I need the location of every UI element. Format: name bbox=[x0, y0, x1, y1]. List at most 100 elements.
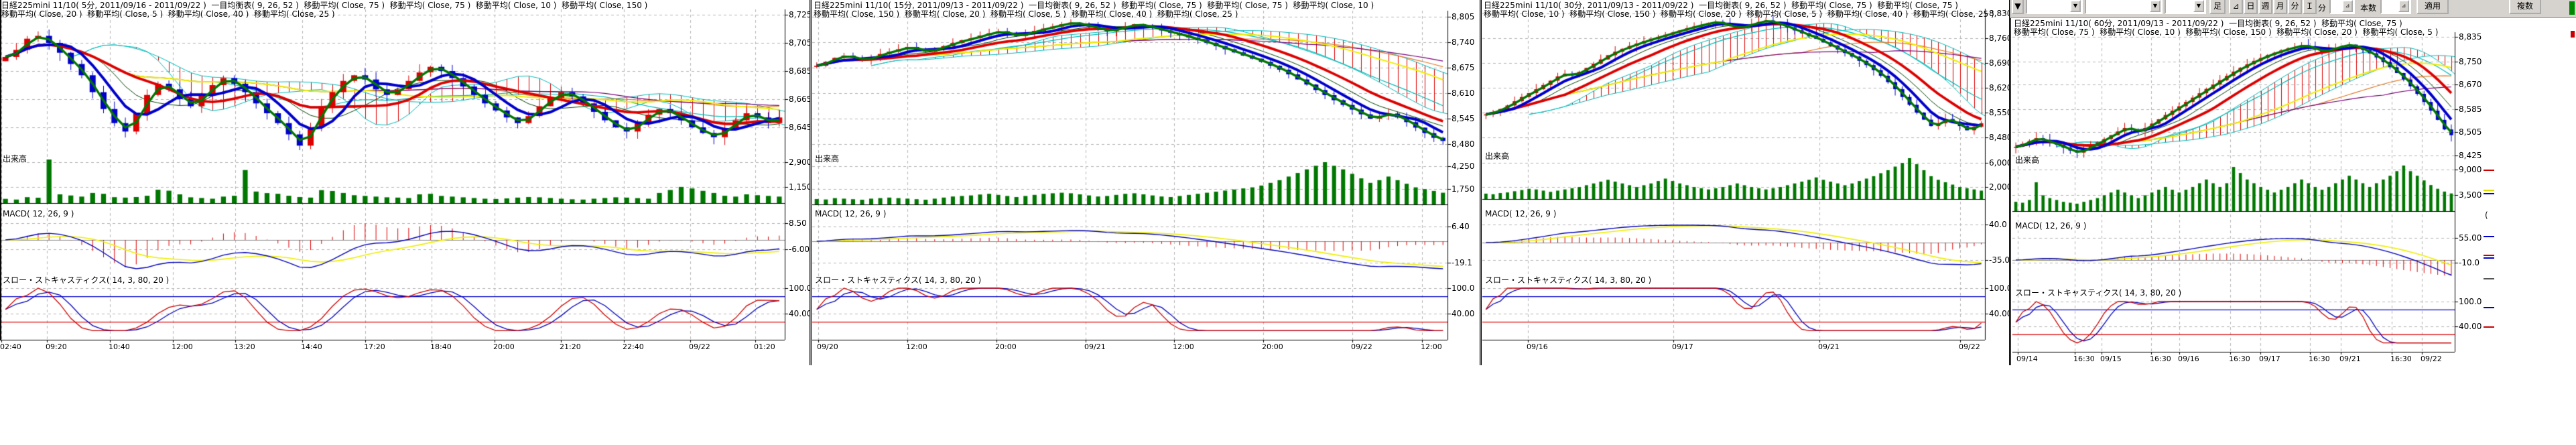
macd-pane-label: MACD( 12, 26, 9 ) bbox=[2015, 221, 2086, 231]
time-axis-label: 09/20 bbox=[817, 342, 838, 351]
volume-pane-label: 出来高 bbox=[1485, 150, 1509, 162]
price-axis-label: 8,685 bbox=[789, 66, 810, 76]
macd-axis-label: -35.0 bbox=[1989, 255, 2009, 265]
chart-canvas-5分[interactable] bbox=[0, 0, 810, 365]
chart-canvas-30分[interactable] bbox=[1482, 0, 2009, 365]
apply-button[interactable]: 適用 bbox=[2417, 0, 2449, 14]
volume-pane-label: 出来高 bbox=[2015, 154, 2039, 166]
panel-title-line2: 移動平均( Close, 75 ) 移動平均( Close, 10 ) 移動平均… bbox=[2014, 28, 2483, 37]
spinner-icon[interactable]: ⊿ bbox=[2398, 0, 2409, 12]
panel-title-line1: 日経225mini 11/10( 15分, 2011/09/13 - 2011/… bbox=[814, 1, 1478, 10]
chart-canvas-60分[interactable] bbox=[2012, 0, 2483, 365]
chevron-down-icon[interactable]: ▼ bbox=[2193, 0, 2204, 12]
price-axis-label: 8,585 bbox=[2459, 105, 2483, 114]
chart-panel-5min[interactable]: 日経225mini 11/10( 5分, 2011/09/16 - 2011/0… bbox=[0, 0, 810, 375]
price-axis-label: 8,835 bbox=[2459, 32, 2483, 42]
stoch-axis-label: 100.0 bbox=[789, 283, 810, 293]
edge-value-marker bbox=[2484, 193, 2494, 194]
edge-value-marker bbox=[2484, 190, 2494, 191]
time-axis-label: 20:00 bbox=[493, 342, 515, 351]
volume-axis-label: 2,900 bbox=[789, 157, 810, 167]
panel-title-line2: 移動平均( Close, 150 ) 移動平均( Close, 20 ) 移動平… bbox=[814, 10, 1478, 19]
time-axis-label: 20:00 bbox=[995, 342, 1017, 351]
price-axis-label: 8,620 bbox=[1989, 83, 2009, 92]
price-axis-label: 8,545 bbox=[1452, 114, 1478, 123]
volume-axis-label: 1,750 bbox=[1452, 184, 1478, 194]
time-axis-label: 22:40 bbox=[623, 342, 644, 351]
panel-separator bbox=[1480, 0, 1482, 365]
time-axis-label: 16:30 bbox=[2309, 355, 2330, 363]
time-axis-label: 10:40 bbox=[109, 342, 130, 351]
macd-pane-label: MACD( 12, 26, 9 ) bbox=[3, 209, 74, 218]
stochastics-pane-label: スロー・ストキャスティクス( 14, 3, 80, 20 ) bbox=[3, 274, 169, 285]
category-select[interactable]: 先物 ▼ bbox=[2026, 0, 2083, 14]
stoch-axis-label: 100.0 bbox=[1452, 283, 1478, 293]
price-axis-label: 8,425 bbox=[2459, 151, 2483, 160]
macd-axis-label: -10.0 bbox=[2459, 258, 2483, 267]
multi-symbol-button[interactable]: 複数 bbox=[2509, 0, 2541, 14]
time-axis-label: 12:00 bbox=[172, 342, 193, 351]
time-axis-label: 09/22 bbox=[1959, 342, 1980, 351]
time-axis-label: 13:20 bbox=[234, 342, 255, 351]
time-axis-label: 16:30 bbox=[2390, 355, 2412, 363]
time-axis-label: 09/16 bbox=[1527, 342, 1548, 351]
chart-panel-15min[interactable]: 日経225mini 11/10( 15分, 2011/09/13 - 2011/… bbox=[812, 0, 1478, 375]
time-axis-label: 01:20 bbox=[754, 342, 775, 351]
time-axis-label: 16:30 bbox=[2150, 355, 2171, 363]
price-axis-label: 8,805 bbox=[1452, 12, 1478, 21]
time-axis-label: 09/17 bbox=[2259, 355, 2280, 363]
chevron-down-icon[interactable]: ▼ bbox=[2070, 0, 2081, 12]
period-button-2[interactable]: 日 bbox=[2244, 0, 2258, 14]
symbol-select[interactable]: 日経225mini ▼ bbox=[2085, 0, 2163, 14]
edge-status-red bbox=[2571, 31, 2575, 38]
macd-pane-label: MACD( 12, 26, 9 ) bbox=[1485, 209, 1556, 218]
edge-status-green bbox=[2569, 1, 2575, 15]
period-button-4[interactable]: 月 bbox=[2273, 0, 2287, 14]
price-axis-label: 8,645 bbox=[789, 123, 810, 132]
price-axis-label: 8,480 bbox=[1452, 139, 1478, 149]
price-axis-label: 8,550 bbox=[1989, 108, 2009, 117]
stochastics-pane-label: スロー・ストキャスティクス( 14, 3, 80, 20 ) bbox=[2015, 287, 2181, 298]
time-axis-label: 09/22 bbox=[1351, 342, 1372, 351]
time-axis-label: 12:00 bbox=[1421, 342, 1442, 351]
price-axis-label: 8,675 bbox=[1452, 63, 1478, 72]
price-axis-label: 8,740 bbox=[1452, 38, 1478, 47]
volume-pane-label: 出来高 bbox=[815, 153, 839, 164]
edge-value-marker bbox=[2484, 255, 2494, 256]
volume-axis-label: 2,000 bbox=[1989, 182, 2009, 192]
time-axis-label: 20:00 bbox=[1262, 342, 1283, 351]
price-axis-label: 8,760 bbox=[1989, 34, 2009, 43]
time-axis-label: 09/21 bbox=[2339, 355, 2361, 363]
contract-month-select[interactable]: 11/10 ▼ bbox=[2165, 0, 2206, 14]
time-axis-label: 12:00 bbox=[906, 342, 927, 351]
volume-pane-label: 出来高 bbox=[3, 153, 27, 164]
volume-axis-label: 4,250 bbox=[1452, 162, 1478, 171]
time-axis-label: 16:30 bbox=[2073, 355, 2095, 363]
time-axis-label: 09/16 bbox=[2178, 355, 2199, 363]
period-button-6[interactable]: Ｉ bbox=[2303, 0, 2317, 14]
panel-title-line1: 日経225mini 11/10( 5分, 2011/09/16 - 2011/0… bbox=[1, 1, 810, 10]
period-button-5[interactable]: 分 bbox=[2288, 0, 2302, 14]
period-button-3[interactable]: 週 bbox=[2258, 0, 2272, 14]
panel-title-line2: 移動平均( Close, 20 ) 移動平均( Close, 5 ) 移動平均(… bbox=[1, 10, 810, 19]
macd-axis-label: 8.50 bbox=[789, 218, 810, 228]
toolbar: ▼ 先物 ▼ 日経225mini ▼ 11/10 ▼ 足 ⊿日週月分Ｉ 分 60… bbox=[2010, 0, 2576, 18]
chart-canvas-15分[interactable] bbox=[812, 0, 1478, 365]
chart-panel-30min[interactable]: 日経225mini 11/10( 30分, 2011/09/13 - 2011/… bbox=[1482, 0, 2009, 375]
price-axis-label: 8,750 bbox=[2459, 57, 2483, 66]
time-axis-label: 09/22 bbox=[2421, 355, 2442, 363]
bar-count-spinner[interactable]: 600 ⊿ bbox=[2380, 0, 2411, 14]
chartbook-window: 日経225mini 11/10( 5分, 2011/09/16 - 2011/0… bbox=[0, 0, 2576, 445]
symbol-list-button[interactable]: ▼ bbox=[2012, 0, 2024, 14]
panel-title-line1: 日経225mini 11/10( 30分, 2011/09/13 - 2011/… bbox=[1484, 1, 2009, 10]
price-axis-label: 8,705 bbox=[789, 38, 810, 48]
minute-spinner[interactable]: 60 ⊿ bbox=[2329, 0, 2355, 14]
chevron-down-icon[interactable]: ▼ bbox=[2150, 0, 2161, 12]
price-axis-label: 8,480 bbox=[1989, 133, 2009, 142]
chart-panel-60min[interactable]: 日経225mini 11/10( 60分, 2011/09/13 - 2011/… bbox=[2012, 0, 2483, 375]
price-axis-label: 8,830 bbox=[1989, 9, 2009, 18]
bar-type-button[interactable]: 足 bbox=[2209, 0, 2226, 14]
period-button-1[interactable]: ⊿ bbox=[2229, 0, 2243, 14]
time-axis-label: 16:30 bbox=[2229, 355, 2250, 363]
spinner-icon[interactable]: ⊿ bbox=[2342, 0, 2353, 12]
